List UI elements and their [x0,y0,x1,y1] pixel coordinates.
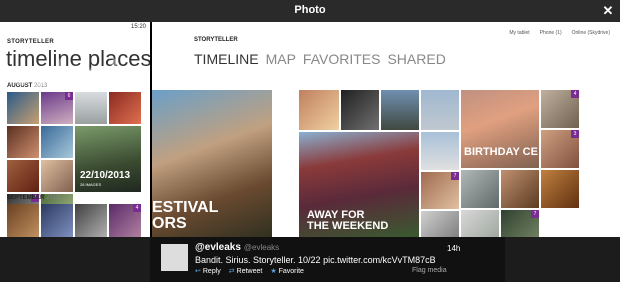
photo-tile[interactable] [109,92,141,124]
author-name: @evleaks [195,242,241,253]
window-titlebar: Photo ✕ [0,0,620,22]
tweet-actions: ↩ Reply ⇄ Retweet ★ Favorite [195,267,304,275]
away-caption: AWAY FOR THE WEEKEND [307,209,389,232]
count-badge: 4 [571,90,579,98]
reply-icon: ↩ [195,268,201,275]
date-tile-date: 22/10/2013 [80,170,131,181]
star-icon: ★ [270,268,277,275]
photo-tile[interactable] [421,90,459,130]
bg-strip-left [0,237,150,282]
flag-media-link[interactable]: Flag media [412,267,447,274]
photo-tile[interactable] [421,211,459,237]
reply-button[interactable]: ↩ Reply [195,267,221,275]
phone-clock: 15:20 [130,24,146,30]
date-tile-subtitle: 28 IMAGES [80,182,102,187]
tablet-screen-image: STORYTELLER My tablet Phone (1) Online (… [152,22,620,237]
device-online[interactable]: Online (Skydrive) [572,30,610,36]
photo-tile-festival[interactable]: ESTIVAL ORS [152,90,272,237]
photo-tile[interactable]: 4 [109,204,141,237]
photo-tile[interactable] [7,126,39,158]
photo-tile-cabin[interactable]: AWAY FOR THE WEEKEND [299,132,419,237]
favorite-label: Favorite [278,268,304,275]
photo-tile[interactable] [299,90,339,130]
photo-tile[interactable]: 4 [541,90,579,128]
count-badge: 7 [531,210,539,218]
photo-tile[interactable]: 7 [501,210,539,237]
favorite-button[interactable]: ★ Favorite [270,267,304,275]
bg-strip-right [505,237,620,282]
photo-tile-birthday[interactable]: BIRTHDAY CE [461,90,539,168]
month-year: 2013 [46,195,60,201]
photo-tile[interactable] [75,92,107,124]
tweet-text: Bandit. Sirius. Storyteller. 10/22 pic.t… [195,255,436,265]
photo-tile[interactable]: 6 [41,92,73,124]
tweet-bar: @evleaks @evleaks 14h Bandit. Sirius. Sto… [0,237,620,282]
count-badge: 7 [451,172,459,180]
tab-timeline[interactable]: TIMELINE [194,51,259,67]
retweet-icon: ⇄ [228,268,235,275]
count-badge: 3 [571,130,579,138]
photo-tile[interactable] [421,132,459,170]
count-badge: 4 [133,204,141,212]
phone-app-brand: STORYTELLER [7,39,54,45]
retweet-button[interactable]: ⇄ Retweet [229,267,263,275]
photo-tile[interactable] [381,90,419,130]
birthday-caption: BIRTHDAY CE [464,146,538,158]
photo-tile[interactable] [7,160,39,192]
tablet-app-brand: STORYTELLER [194,37,238,43]
photo-tile[interactable] [41,160,73,192]
tablet-tabs: TIMELINE MAP FAVORITES SHARED [194,51,446,67]
phone-screen-image: 15:20 STORYTELLER timeline places AUGUST… [0,22,150,237]
photo-tile[interactable] [341,90,379,130]
photo-tile[interactable] [41,204,73,237]
photo-tile[interactable] [461,210,499,237]
photo-tile[interactable] [7,92,39,124]
author-handle: @evleaks [243,243,280,252]
photo-tile[interactable]: 7 [421,172,459,209]
photo-tile[interactable] [7,204,39,237]
window-title: Photo [294,4,326,16]
tab-favorites[interactable]: FAVORITES [303,51,381,67]
phone-month-september: SEPTEMBER 2013 [7,195,59,201]
tab-shared[interactable]: SHARED [387,51,445,67]
photo-tile[interactable]: 3 [541,130,579,168]
photo-tile[interactable] [41,126,73,158]
device-phone[interactable]: Phone (1) [540,30,562,36]
tweet-timestamp: 14h [447,244,461,253]
photo-tile[interactable] [75,204,107,237]
device-my-tablet[interactable]: My tablet [509,30,529,36]
tweet-author[interactable]: @evleaks @evleaks [195,242,279,253]
festival-caption: ESTIVAL ORS [152,199,219,232]
retweet-label: Retweet [236,268,263,275]
photo-tile[interactable] [541,170,579,208]
watermark-text: evleaks [12,52,150,93]
tab-map[interactable]: MAP [266,51,296,67]
reply-label: Reply [202,268,221,275]
device-filter: My tablet Phone (1) Online (Skydrive) [509,30,610,36]
close-button[interactable]: ✕ [596,0,620,22]
month-name: SEPTEMBER [7,195,45,201]
photo-tile[interactable] [501,170,539,208]
avatar[interactable] [161,244,188,271]
photo-tile[interactable] [461,170,499,208]
